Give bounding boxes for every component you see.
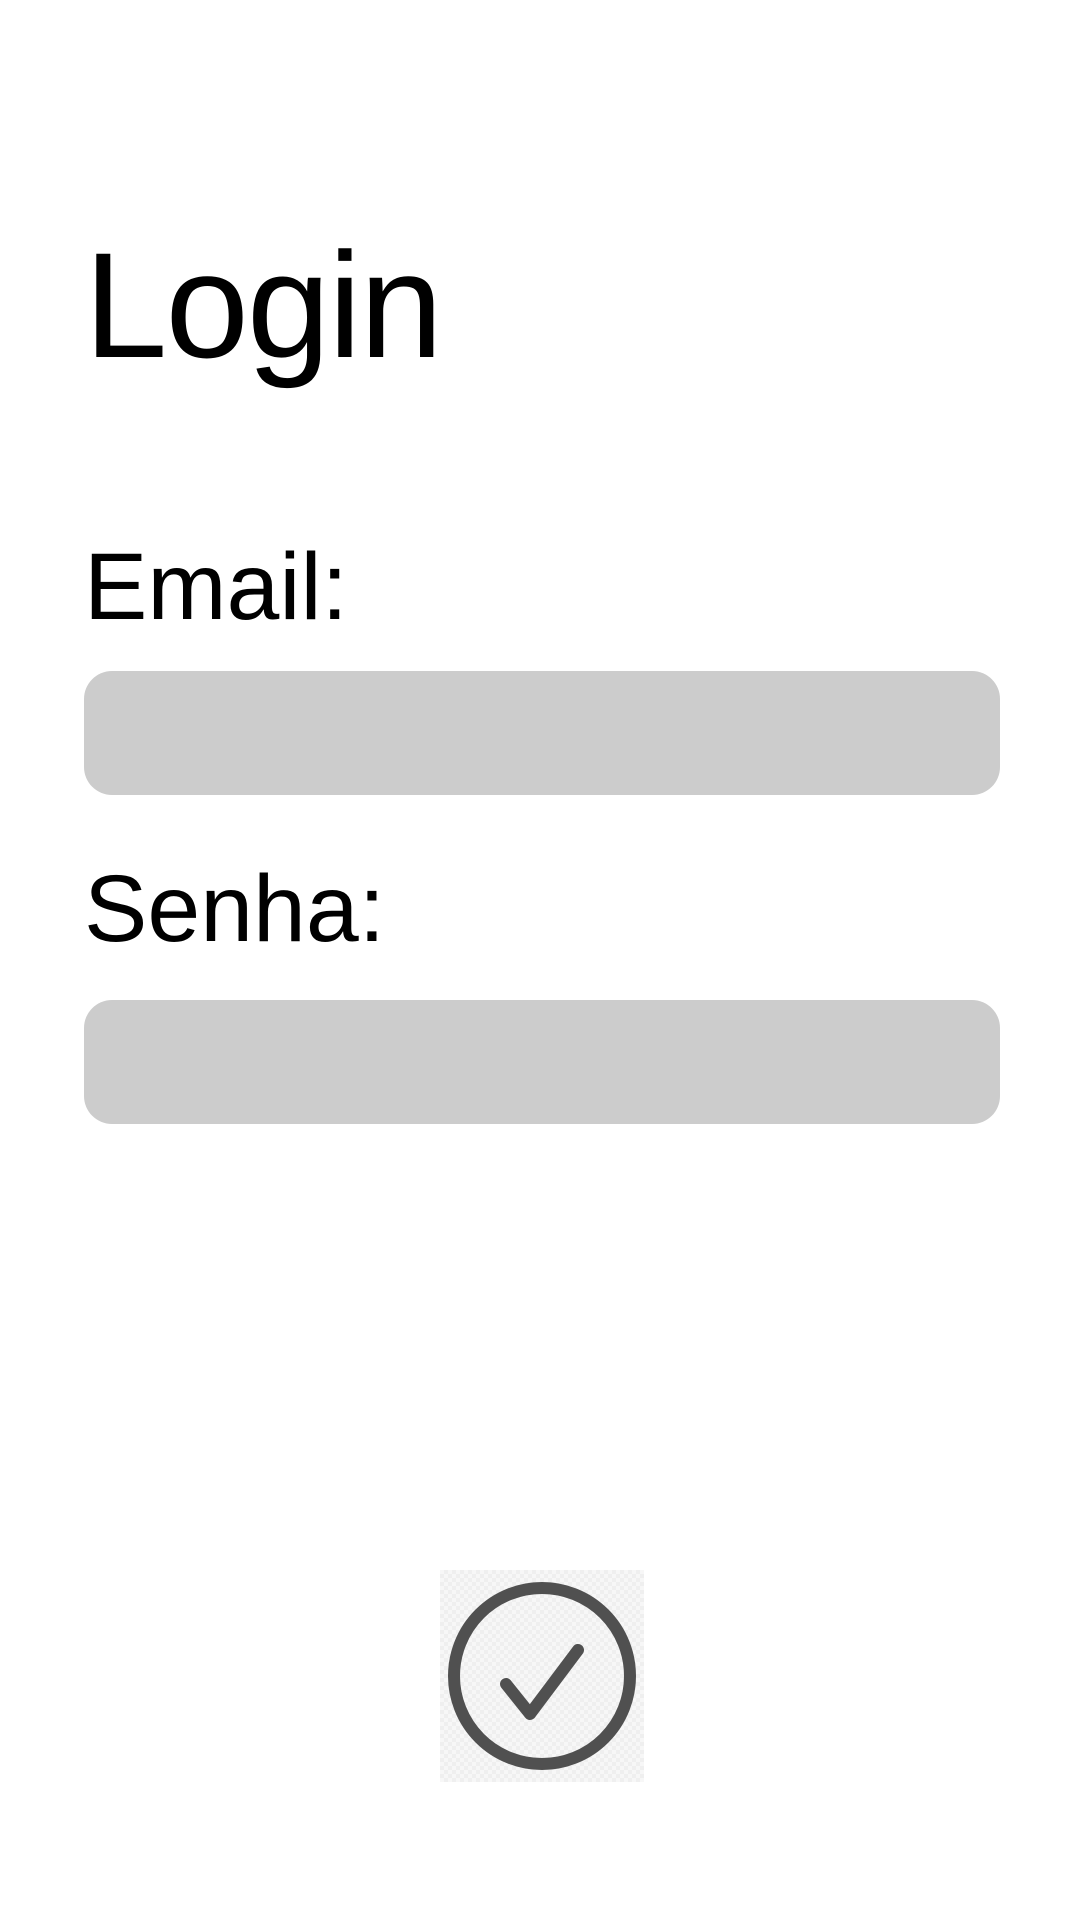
confirm-button[interactable] <box>440 1570 644 1782</box>
email-label: Email: <box>84 534 348 640</box>
email-field[interactable] <box>84 671 1000 795</box>
page-title: Login <box>84 221 443 389</box>
password-field[interactable] <box>84 1000 1000 1124</box>
password-label: Senha: <box>84 856 386 962</box>
check-circle-icon <box>444 1578 640 1774</box>
